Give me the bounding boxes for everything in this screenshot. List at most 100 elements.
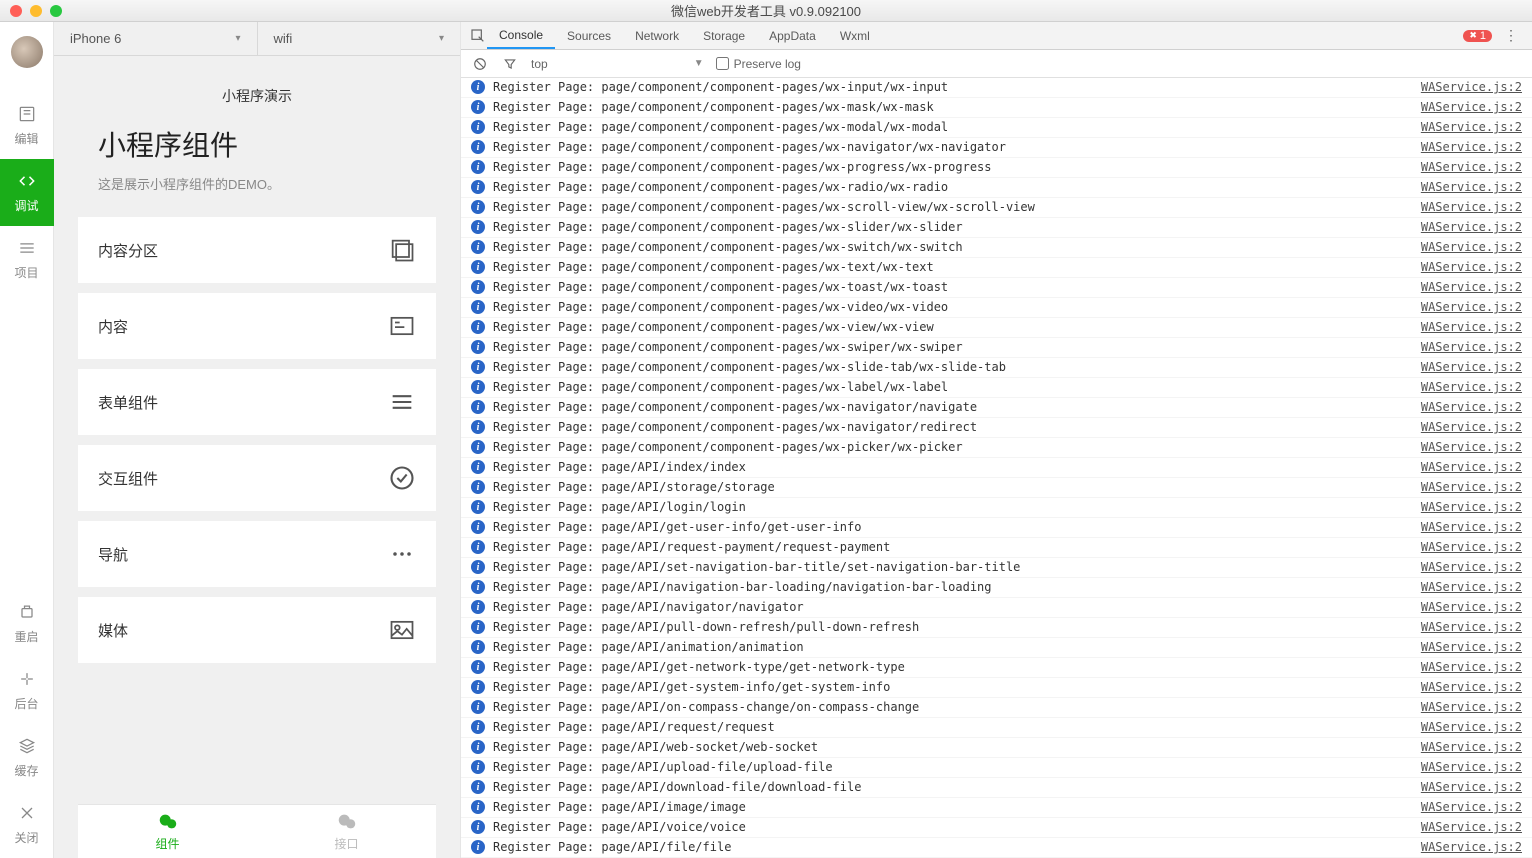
log-message: Register Page: page/component/component-… <box>493 239 1411 256</box>
sim-page-subtitle: 这是展示小程序组件的DEMO。 <box>98 174 416 193</box>
more-icon[interactable]: ⋮ <box>1498 27 1524 44</box>
sidebar-item-background[interactable]: 后台 <box>0 657 54 724</box>
log-source-link[interactable]: WAService.js:2 <box>1421 379 1522 396</box>
info-icon: i <box>471 460 485 474</box>
sidebar-item-edit[interactable]: 编辑 <box>0 92 54 159</box>
console-log-row: iRegister Page: page/API/image/imageWASe… <box>461 798 1532 818</box>
info-icon: i <box>471 160 485 174</box>
log-source-link[interactable]: WAService.js:2 <box>1421 439 1522 456</box>
list-item[interactable]: 交互组件 <box>78 445 436 511</box>
log-source-link[interactable]: WAService.js:2 <box>1421 759 1522 776</box>
log-source-link[interactable]: WAService.js:2 <box>1421 619 1522 636</box>
log-source-link[interactable]: WAService.js:2 <box>1421 239 1522 256</box>
console-log-row: iRegister Page: page/API/navigation-bar-… <box>461 578 1532 598</box>
log-source-link[interactable]: WAService.js:2 <box>1421 299 1522 316</box>
log-message: Register Page: page/API/get-user-info/ge… <box>493 519 1411 536</box>
log-source-link[interactable]: WAService.js:2 <box>1421 199 1522 216</box>
devtools-tab-console[interactable]: Console <box>487 22 555 49</box>
log-source-link[interactable]: WAService.js:2 <box>1421 459 1522 476</box>
log-message: Register Page: page/API/set-navigation-b… <box>493 559 1411 576</box>
info-icon: i <box>471 680 485 694</box>
log-source-link[interactable]: WAService.js:2 <box>1421 839 1522 856</box>
log-source-link[interactable]: WAService.js:2 <box>1421 179 1522 196</box>
console-log-row: iRegister Page: page/API/navigator/navig… <box>461 598 1532 618</box>
devtools-tab-network[interactable]: Network <box>623 22 691 49</box>
clear-console-icon[interactable] <box>471 55 489 73</box>
log-source-link[interactable]: WAService.js:2 <box>1421 679 1522 696</box>
code-icon <box>17 171 37 191</box>
sidebar-item-cache[interactable]: 缓存 <box>0 724 54 791</box>
log-source-link[interactable]: WAService.js:2 <box>1421 479 1522 496</box>
sidebar-item-label: 后台 <box>14 695 38 712</box>
log-source-link[interactable]: WAService.js:2 <box>1421 499 1522 516</box>
log-source-link[interactable]: WAService.js:2 <box>1421 99 1522 116</box>
tab-api[interactable]: 接口 <box>257 805 436 858</box>
sidebar-item-restart[interactable]: 重启 <box>0 590 54 657</box>
log-source-link[interactable]: WAService.js:2 <box>1421 399 1522 416</box>
sim-nav-title: 小程序演示 <box>78 74 436 124</box>
log-source-link[interactable]: WAService.js:2 <box>1421 559 1522 576</box>
device-select[interactable]: iPhone 6 ▾ <box>54 22 258 55</box>
log-source-link[interactable]: WAService.js:2 <box>1421 319 1522 336</box>
network-select[interactable]: wifi ▾ <box>258 22 461 55</box>
list-item[interactable]: 内容分区 <box>78 217 436 283</box>
log-source-link[interactable]: WAService.js:2 <box>1421 419 1522 436</box>
log-source-link[interactable]: WAService.js:2 <box>1421 819 1522 836</box>
log-source-link[interactable]: WAService.js:2 <box>1421 779 1522 796</box>
close-icon <box>17 803 37 823</box>
log-source-link[interactable]: WAService.js:2 <box>1421 579 1522 596</box>
log-message: Register Page: page/component/component-… <box>493 399 1411 416</box>
log-source-link[interactable]: WAService.js:2 <box>1421 719 1522 736</box>
log-source-link[interactable]: WAService.js:2 <box>1421 119 1522 136</box>
avatar[interactable] <box>11 36 43 68</box>
filter-icon[interactable] <box>501 55 519 73</box>
list-item-label: 交互组件 <box>98 468 158 489</box>
devtools-tab-storage[interactable]: Storage <box>691 22 757 49</box>
log-source-link[interactable]: WAService.js:2 <box>1421 259 1522 276</box>
inspect-icon[interactable] <box>469 27 487 45</box>
list-item[interactable]: 表单组件 <box>78 369 436 435</box>
log-source-link[interactable]: WAService.js:2 <box>1421 519 1522 536</box>
list-item[interactable]: 媒体 <box>78 597 436 663</box>
info-icon: i <box>471 380 485 394</box>
console-log-row: iRegister Page: page/component/component… <box>461 298 1532 318</box>
sidebar-item-label: 关闭 <box>14 829 38 846</box>
log-message: Register Page: page/component/component-… <box>493 199 1411 216</box>
console-log-row: iRegister Page: page/API/on-compass-chan… <box>461 698 1532 718</box>
devtools-tab-wxml[interactable]: Wxml <box>828 22 882 49</box>
sidebar-item-debug[interactable]: 调试 <box>0 159 54 226</box>
log-source-link[interactable]: WAService.js:2 <box>1421 219 1522 236</box>
log-source-link[interactable]: WAService.js:2 <box>1421 699 1522 716</box>
error-badge[interactable]: 1 <box>1463 30 1492 42</box>
info-icon: i <box>471 580 485 594</box>
log-source-link[interactable]: WAService.js:2 <box>1421 339 1522 356</box>
chevron-down-icon: ▾ <box>439 33 444 44</box>
devtools-tab-sources[interactable]: Sources <box>555 22 623 49</box>
sidebar-item-close[interactable]: 关闭 <box>0 791 54 858</box>
info-icon: i <box>471 440 485 454</box>
log-source-link[interactable]: WAService.js:2 <box>1421 639 1522 656</box>
log-source-link[interactable]: WAService.js:2 <box>1421 279 1522 296</box>
log-message: Register Page: page/component/component-… <box>493 379 1411 396</box>
log-source-link[interactable]: WAService.js:2 <box>1421 79 1522 96</box>
list-item[interactable]: 内容 <box>78 293 436 359</box>
devtools-tab-appdata[interactable]: AppData <box>757 22 828 49</box>
tab-component[interactable]: 组件 <box>78 805 257 858</box>
log-source-link[interactable]: WAService.js:2 <box>1421 799 1522 816</box>
log-source-link[interactable]: WAService.js:2 <box>1421 139 1522 156</box>
log-message: Register Page: page/API/get-network-type… <box>493 659 1411 676</box>
log-source-link[interactable]: WAService.js:2 <box>1421 159 1522 176</box>
context-select[interactable]: top ▼ <box>531 57 704 71</box>
titlebar: 微信web开发者工具 v0.9.092100 <box>0 0 1532 22</box>
log-source-link[interactable]: WAService.js:2 <box>1421 739 1522 756</box>
log-source-link[interactable]: WAService.js:2 <box>1421 659 1522 676</box>
list-item[interactable]: 导航 <box>78 521 436 587</box>
console-log-row: iRegister Page: page/API/request/request… <box>461 718 1532 738</box>
preserve-log-checkbox[interactable]: Preserve log <box>716 57 801 71</box>
sidebar-item-project[interactable]: 项目 <box>0 226 54 293</box>
log-source-link[interactable]: WAService.js:2 <box>1421 359 1522 376</box>
device-select-value: iPhone 6 <box>70 31 121 46</box>
log-source-link[interactable]: WAService.js:2 <box>1421 599 1522 616</box>
console-log-area[interactable]: i Register Page: page/component/component… <box>461 78 1532 858</box>
log-source-link[interactable]: WAService.js:2 <box>1421 539 1522 556</box>
